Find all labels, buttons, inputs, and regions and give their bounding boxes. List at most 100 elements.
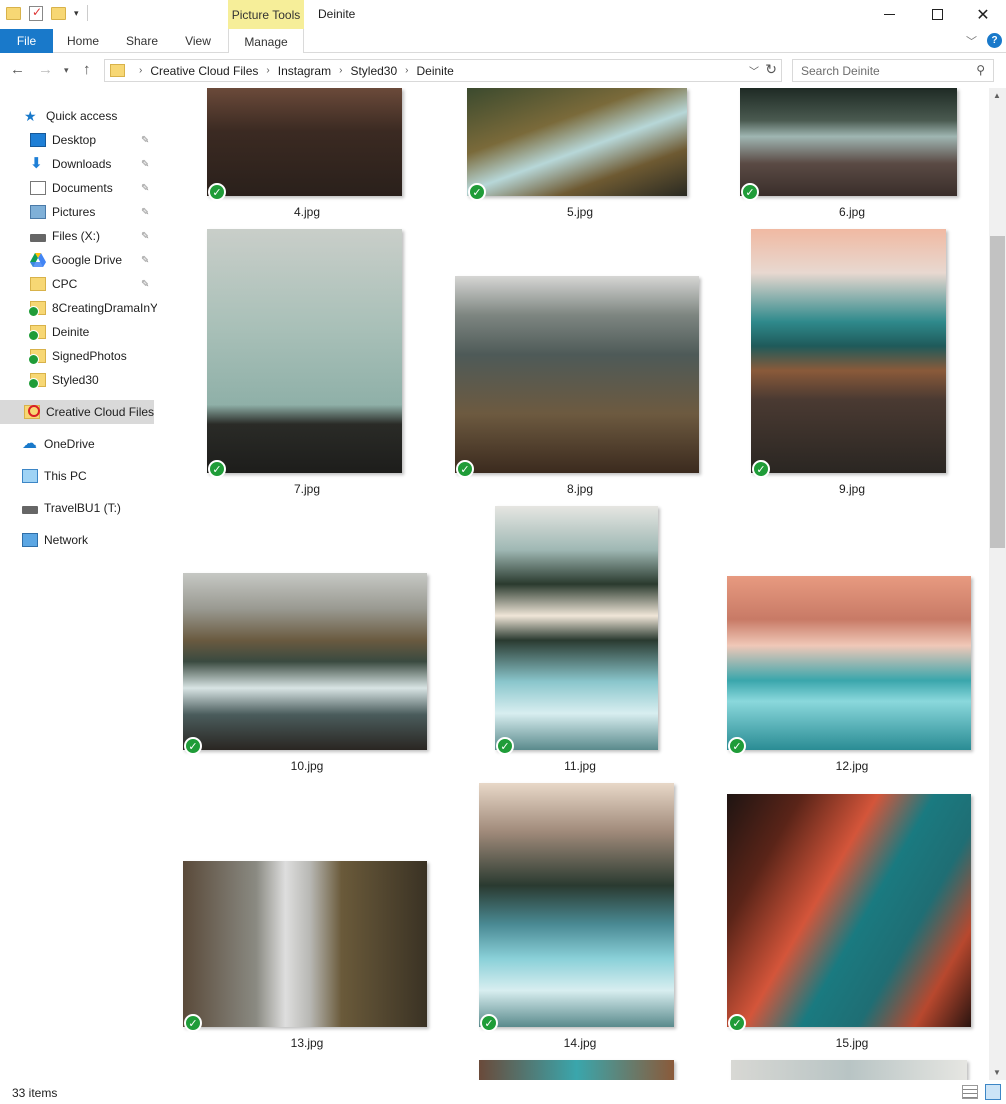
drive-icon [22,505,38,514]
scrollbar-thumb[interactable] [990,236,1005,548]
thumbnail-image[interactable] [183,861,427,1027]
toolbar-separator [86,5,88,21]
maximize-button[interactable] [914,0,960,29]
sidebar-item-label: OneDrive [44,437,95,451]
file-name[interactable]: 10.jpg [247,759,367,773]
sidebar-item-documents[interactable]: Documents ✎ [0,176,157,200]
breadcrumb-chevron-icon[interactable]: › [266,65,269,76]
breadcrumb-instagram[interactable]: Instagram [278,64,331,78]
thumbnail-image[interactable] [495,506,658,750]
scroll-up-arrow-icon[interactable]: ▲ [993,91,1001,100]
search-box[interactable]: ⚲ [792,59,994,82]
scroll-down-arrow-icon[interactable]: ▼ [993,1068,1001,1077]
new-folder-icon[interactable] [51,6,66,20]
sidebar-item-signedphotos[interactable]: SignedPhotos [0,344,157,368]
thumbnail-image[interactable] [740,88,957,196]
sidebar-item-quick-access[interactable]: ★ Quick access [0,104,157,128]
pin-icon: ✎ [141,206,150,218]
vertical-scrollbar[interactable]: ▲ ▼ [989,88,1006,1080]
thumbnail-image[interactable] [727,794,971,1027]
thumbnail-image[interactable] [207,88,402,196]
file-name[interactable]: 11.jpg [520,759,640,773]
sync-check-icon: ✓ [741,183,759,201]
file-name[interactable]: 7.jpg [247,482,367,496]
sidebar-item-desktop[interactable]: Desktop ✎ [0,128,157,152]
thumbnail-image[interactable] [467,88,687,196]
sidebar-item-this-pc[interactable]: This PC [0,464,157,488]
recent-locations-chevron-icon[interactable]: ▾ [64,65,69,76]
breadcrumb-styled30[interactable]: Styled30 [350,64,397,78]
close-button[interactable]: ✕ [960,0,1006,29]
file-list: ✓ 4.jpg ✓ 5.jpg ✓ 6.jpg ✓ 7.jpg ✓ 8.jpg … [157,88,989,1080]
sidebar-item-network[interactable]: Network [0,528,157,552]
thumbnail-image[interactable] [479,1060,674,1080]
thumbnail-image[interactable] [479,783,674,1027]
file-name[interactable]: 15.jpg [792,1036,912,1050]
file-name[interactable]: 14.jpg [520,1036,640,1050]
sidebar-item-google-drive[interactable]: Google Drive ✎ [0,248,157,272]
pin-icon: ✎ [141,158,150,170]
sidebar-item-pictures[interactable]: Pictures ✎ [0,200,157,224]
sidebar-item-downloads[interactable]: ⬇ Downloads ✎ [0,152,157,176]
breadcrumb-chevron-icon[interactable]: › [339,65,342,76]
sidebar-item-label: Desktop [52,133,97,147]
sidebar-item-deinite[interactable]: Deinite [0,320,157,344]
tab-share[interactable]: Share [114,29,170,53]
window-title: Deinite [318,7,356,21]
picture-tools-label: Picture Tools [228,0,304,29]
breadcrumb-creative-cloud-files[interactable]: Creative Cloud Files [150,64,258,78]
file-name[interactable]: 6.jpg [792,205,912,219]
refresh-icon[interactable]: ↻ [765,61,777,78]
tab-home[interactable]: Home [56,29,110,53]
details-view-icon[interactable] [962,1085,978,1099]
file-name[interactable]: 8.jpg [520,482,640,496]
title-bar: ▾ Picture Tools Deinite ✕ [0,0,1006,29]
sidebar-item-travelbu1[interactable]: TravelBU1 (T:) [0,496,157,520]
sidebar-item-creative-cloud-files[interactable]: Creative Cloud Files [0,400,154,424]
file-name[interactable]: 13.jpg [247,1036,367,1050]
this-pc-icon [22,469,38,483]
sidebar-item-label: Files (X:) [52,229,100,243]
help-icon[interactable]: ? [987,33,1002,48]
thumbnail-image[interactable] [727,576,971,750]
large-icons-view-icon[interactable] [985,1084,1001,1100]
pin-icon: ✎ [141,182,150,194]
address-bar[interactable]: › Creative Cloud Files › Instagram › Sty… [104,59,782,82]
sidebar-item-label: Downloads [52,157,112,171]
search-icon[interactable]: ⚲ [976,63,985,77]
sync-check-icon: ✓ [728,737,746,755]
address-dropdown-chevron-icon[interactable]: ﹀ [749,63,759,78]
breadcrumb-deinite[interactable]: Deinite [416,64,453,78]
file-name[interactable]: 12.jpg [792,759,912,773]
breadcrumb-chevron-icon[interactable]: › [405,65,408,76]
breadcrumb-chevron-icon[interactable]: › [139,65,142,76]
file-name[interactable]: 9.jpg [792,482,912,496]
thumbnail-image[interactable] [207,229,402,473]
back-arrow-icon[interactable]: ← [10,61,25,78]
sidebar-item-cpc[interactable]: CPC ✎ [0,272,157,296]
tab-view[interactable]: View [173,29,223,53]
sidebar-item-8creatingdramainy[interactable]: 8CreatingDramaInY [0,296,157,320]
minimize-button[interactable] [866,0,912,29]
folder-icon [110,64,125,77]
properties-icon[interactable] [29,5,43,21]
tab-manage[interactable]: Manage [228,29,304,54]
sidebar-item-styled30[interactable]: Styled30 [0,368,157,392]
customize-toolbar-dropdown-icon[interactable]: ▾ [74,8,79,19]
thumbnail-image[interactable] [455,276,699,473]
up-arrow-icon[interactable]: ↑ [83,61,91,78]
folder-icon[interactable] [6,6,21,20]
thumbnail-image[interactable] [183,573,427,750]
expand-ribbon-chevron-icon[interactable]: ﹀ [966,33,977,49]
thumbnail-image[interactable] [751,229,946,473]
tab-file[interactable]: File [0,29,53,53]
thumbnail-image[interactable] [731,1060,967,1080]
search-input[interactable] [801,63,971,78]
file-name[interactable]: 5.jpg [520,205,640,219]
drive-icon [30,233,46,242]
sidebar-item-onedrive[interactable]: ☁ OneDrive [0,432,157,456]
file-name[interactable]: 4.jpg [247,205,367,219]
forward-arrow-icon[interactable]: → [38,61,53,78]
sidebar-item-files-x[interactable]: Files (X:) ✎ [0,224,157,248]
synced-folder-icon [28,325,46,341]
